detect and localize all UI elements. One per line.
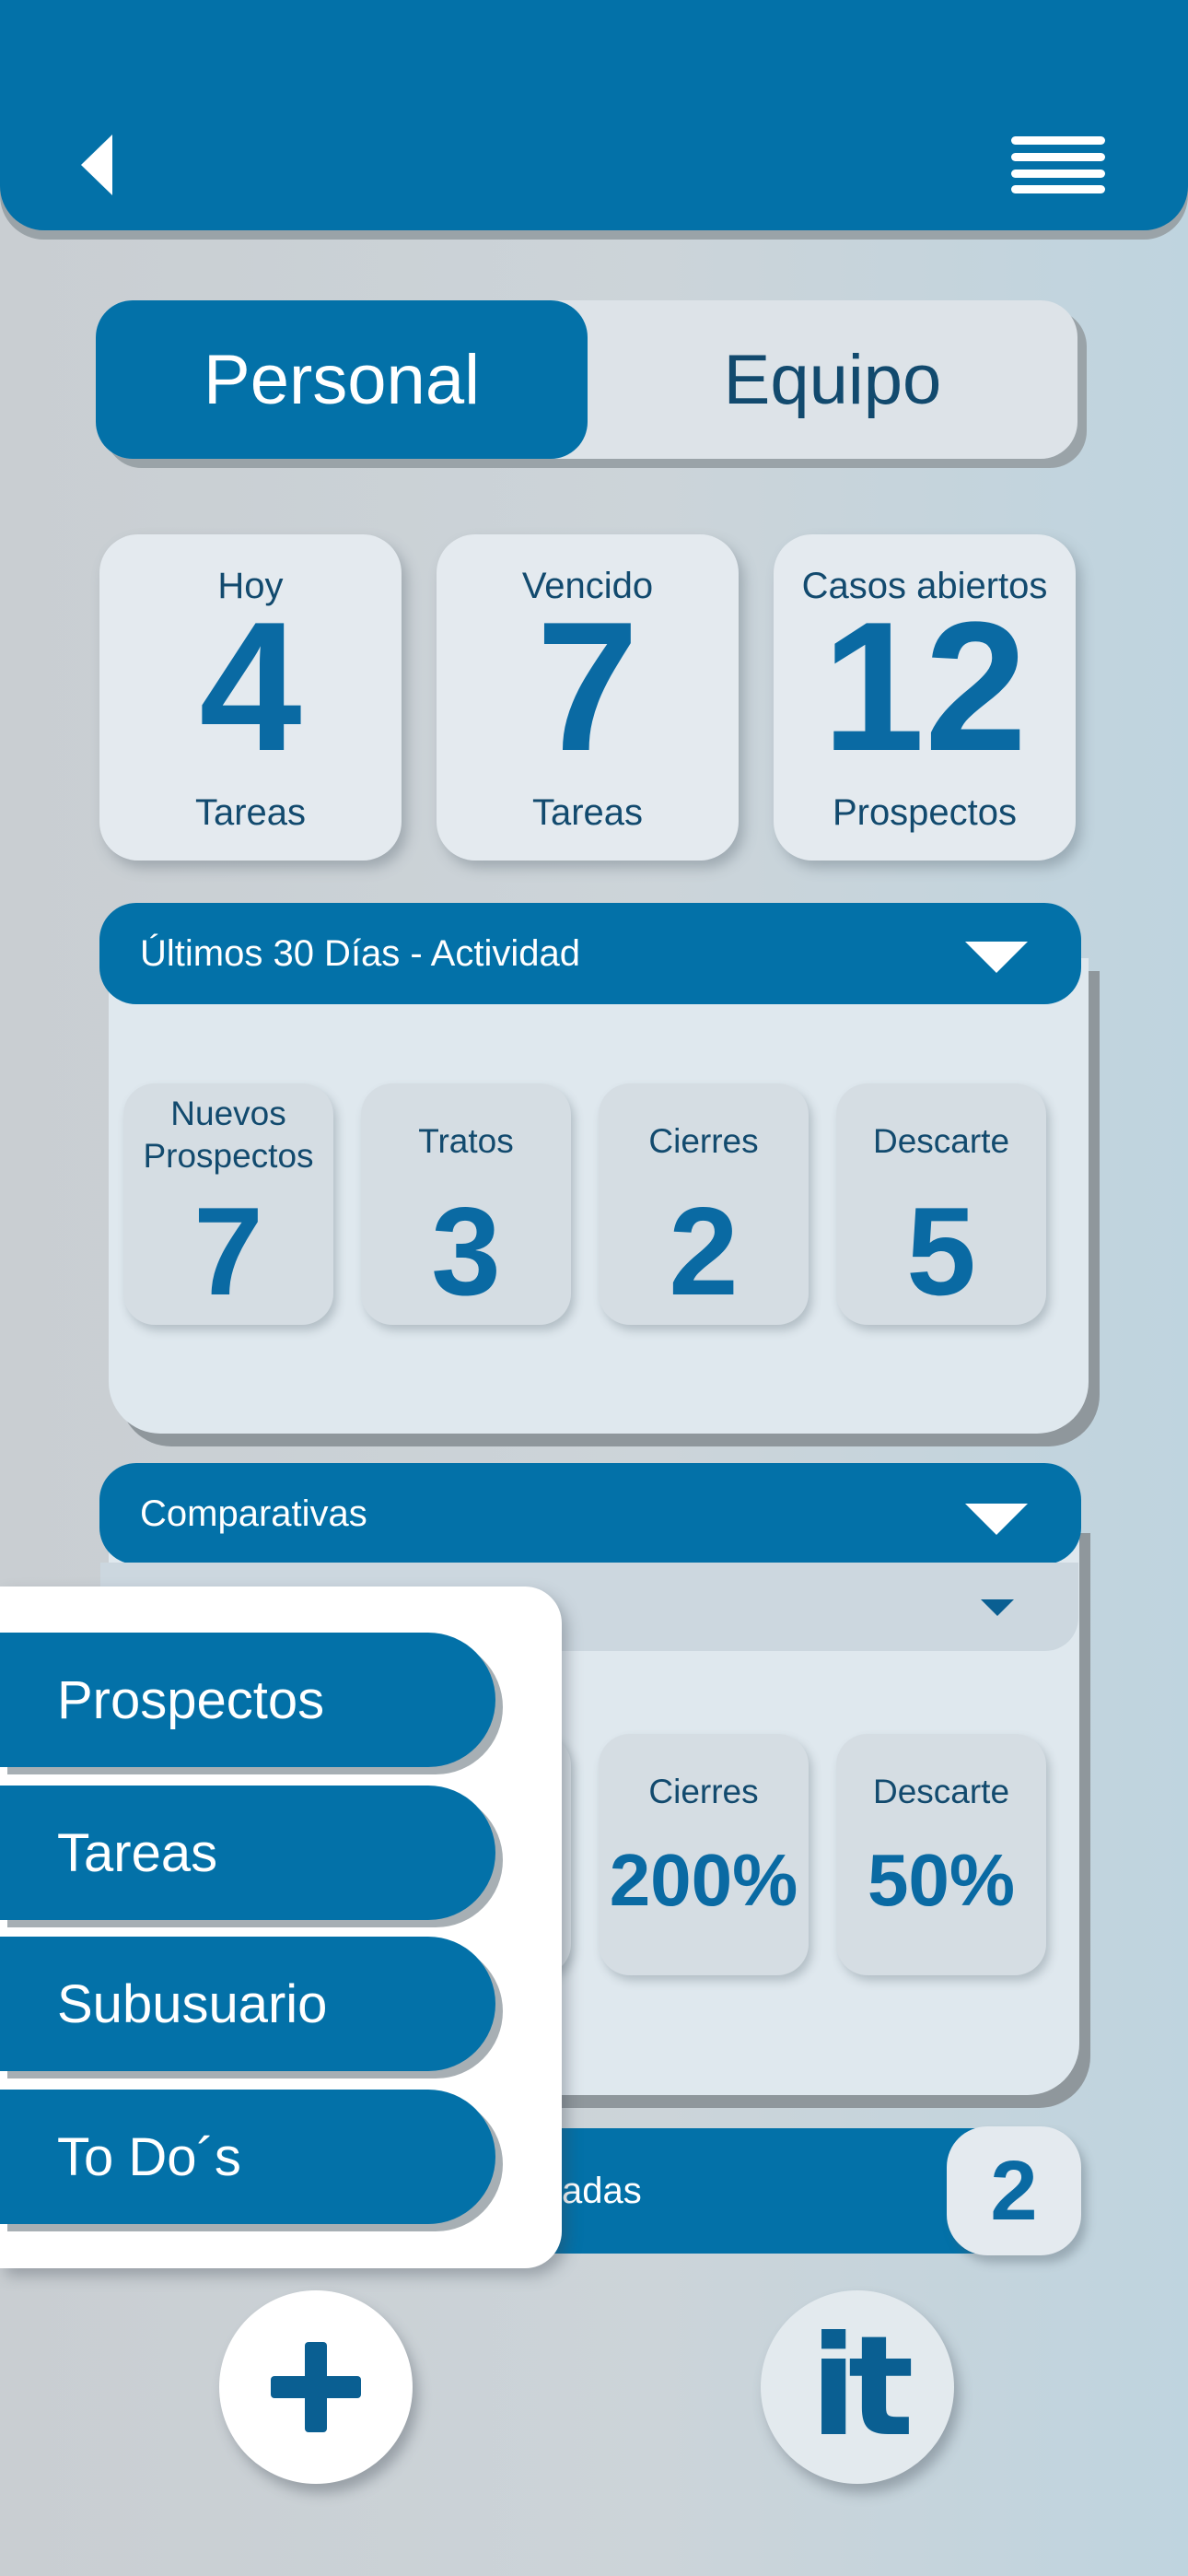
card-label: Cierres xyxy=(648,1773,759,1810)
card-value: 2 xyxy=(669,1181,739,1321)
stat-label-bottom: Tareas xyxy=(194,792,307,833)
app-header xyxy=(0,0,1188,230)
card-value: 5 xyxy=(906,1181,976,1321)
pending-bar-label: adas xyxy=(562,2171,642,2211)
menu-item-to-dos[interactable]: To Do´s xyxy=(0,2090,495,2224)
chevron-down-icon[interactable] xyxy=(965,1504,1028,1535)
card-value: 3 xyxy=(431,1181,501,1321)
card-value: 50% xyxy=(867,1839,1016,1921)
tab-personal[interactable]: Personal xyxy=(96,300,588,459)
card-label: Descarte xyxy=(872,1773,1010,1810)
menu-item-tareas[interactable]: Tareas xyxy=(0,1786,495,1920)
plus-icon xyxy=(271,2342,361,2432)
stat-value: 12 xyxy=(821,584,1028,790)
chevron-down-icon[interactable] xyxy=(965,942,1028,973)
stat-card-vencido[interactable]: Vencido 7 Tareas xyxy=(437,534,739,861)
stat-label-bottom: Prospectos xyxy=(832,792,1018,833)
tab-equipo[interactable]: Equipo xyxy=(588,300,1077,459)
card-label: Cierres xyxy=(648,1122,759,1160)
card-value: 7 xyxy=(193,1181,263,1321)
activity-title: Últimos 30 Días - Actividad xyxy=(140,932,580,974)
pending-count-badge: 2 xyxy=(947,2126,1081,2255)
activity-card-descarte[interactable]: Descarte 5 xyxy=(836,1083,1046,1325)
card-label: Tratos xyxy=(418,1122,514,1160)
dropdown-caret-icon xyxy=(981,1599,1014,1616)
menu-item-prospectos[interactable]: Prospectos xyxy=(0,1633,495,1767)
stat-card-casos-abiertos[interactable]: Casos abiertos 12 Prospectos xyxy=(774,534,1076,861)
hamburger-menu-icon[interactable] xyxy=(1011,136,1105,193)
card-label: Descarte xyxy=(872,1122,1010,1160)
card-value: 200% xyxy=(609,1839,798,1921)
back-arrow-icon[interactable] xyxy=(81,135,112,195)
stat-label-bottom: Tareas xyxy=(531,792,644,833)
menu-item-subusuario[interactable]: Subusuario xyxy=(0,1937,495,2071)
activity-panel-header[interactable]: Últimos 30 Días - Actividad xyxy=(99,903,1081,1004)
add-button[interactable] xyxy=(219,2290,413,2484)
stat-value: 7 xyxy=(536,584,639,790)
comparativas-title: Comparativas xyxy=(140,1493,367,1534)
stat-value: 4 xyxy=(199,584,302,790)
comparativas-card-descarte[interactable]: Descarte 50% xyxy=(836,1734,1046,1975)
stat-card-hoy[interactable]: Hoy 4 Tareas xyxy=(99,534,402,861)
comparativas-card-cierres[interactable]: Cierres 200% xyxy=(599,1734,809,1975)
comparativas-panel-header[interactable]: Comparativas xyxy=(99,1463,1081,1564)
card-label: Nuevos Prospectos xyxy=(143,1095,314,1175)
app-logo-button[interactable]: it xyxy=(761,2290,954,2484)
activity-card-nuevos-prospectos[interactable]: Nuevos Prospectos 7 xyxy=(123,1083,333,1325)
activity-card-cierres[interactable]: Cierres 2 xyxy=(599,1083,809,1325)
logo-text: it xyxy=(809,2307,914,2467)
activity-card-tratos[interactable]: Tratos 3 xyxy=(361,1083,571,1325)
